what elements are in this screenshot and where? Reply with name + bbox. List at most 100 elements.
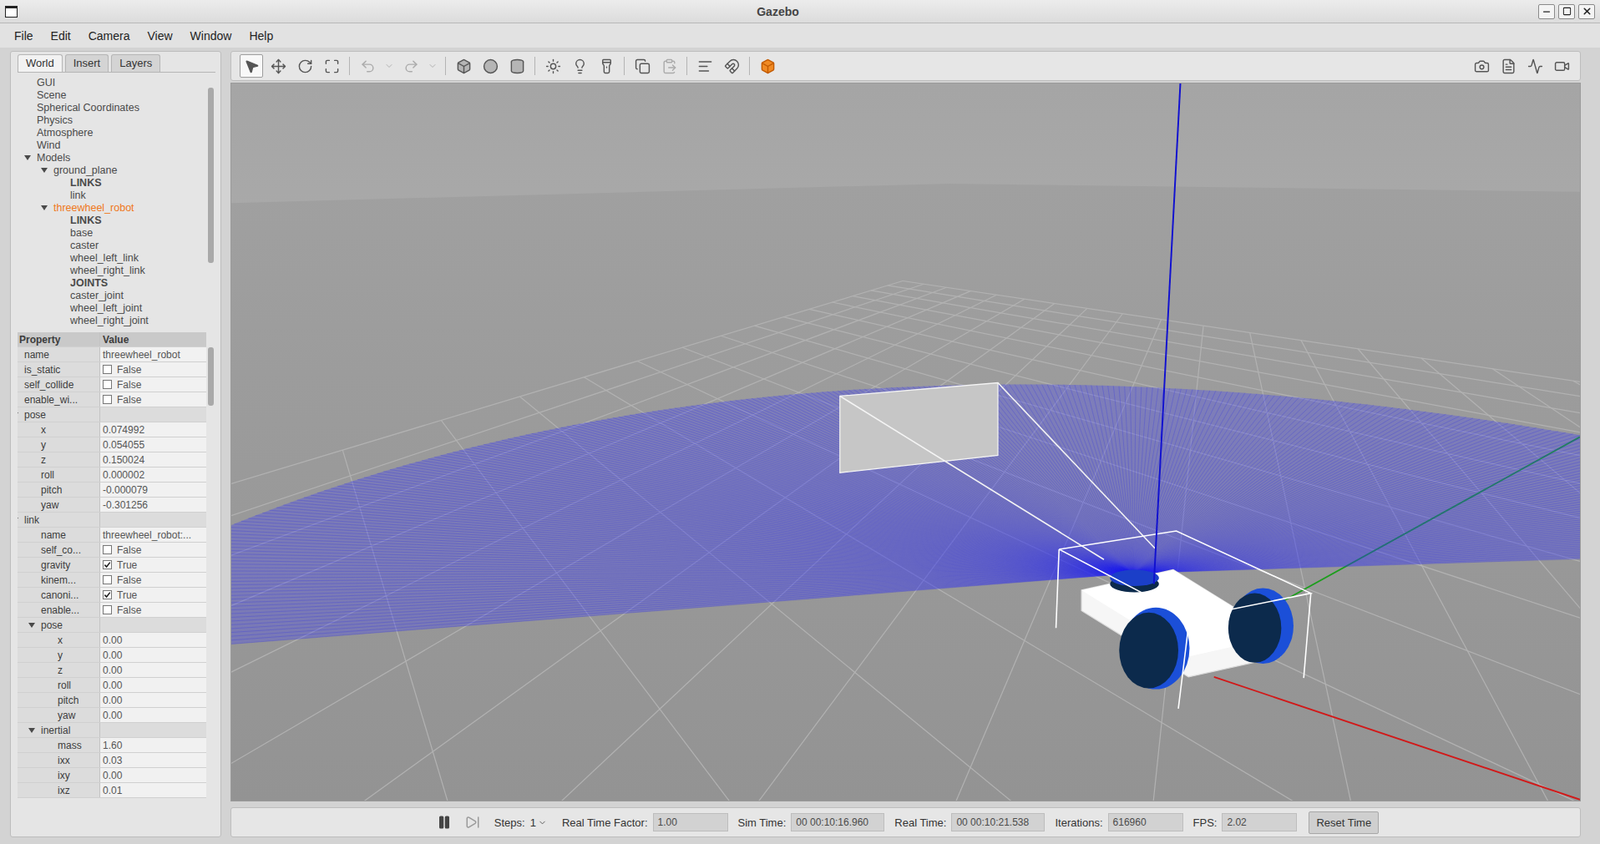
property-row[interactable]: y0.054055: [17, 437, 207, 453]
tool-button[interactable]: [1549, 54, 1574, 78]
expand-arrow-icon[interactable]: [24, 155, 31, 161]
tool-button[interactable]: [319, 54, 344, 78]
tree-item[interactable]: Physics: [17, 113, 207, 127]
tool-button[interactable]: [355, 54, 380, 78]
property-row[interactable]: self_collideFalse: [17, 377, 207, 393]
scroll-thumb[interactable]: [207, 87, 214, 264]
tree-item[interactable]: JOINTS: [17, 276, 207, 289]
property-row[interactable]: namethreewheel_robot: [17, 347, 207, 363]
property-value[interactable]: 0.00: [99, 693, 207, 708]
tool-button[interactable]: [1523, 54, 1547, 78]
property-value[interactable]: 0.00: [99, 678, 207, 693]
property-row[interactable]: ixz0.01: [17, 783, 207, 799]
tree-item[interactable]: Atmosphere: [17, 126, 207, 139]
tree-item[interactable]: threewheel_robot: [17, 201, 207, 214]
tool-button[interactable]: [505, 54, 529, 78]
property-value[interactable]: 0.000002: [99, 467, 207, 482]
tool-button[interactable]: [451, 54, 476, 78]
property-row[interactable]: pitch-0.000079: [17, 482, 207, 498]
tree-item[interactable]: wheel_left_link: [17, 251, 207, 264]
checkbox[interactable]: [102, 545, 112, 555]
expand-arrow-icon[interactable]: [28, 622, 36, 628]
property-row[interactable]: enable_wi...False: [17, 392, 207, 408]
property-value[interactable]: 0.01: [99, 783, 207, 798]
property-value[interactable]: False: [99, 362, 207, 377]
tree-item[interactable]: link: [17, 188, 207, 202]
tree-item[interactable]: Spherical Coordinates: [17, 101, 207, 114]
tree-item[interactable]: GUI: [17, 75, 207, 89]
property-value[interactable]: 1.60: [99, 738, 207, 753]
property-value[interactable]: threewheel_robot: [99, 347, 207, 362]
tree-item[interactable]: base: [17, 226, 207, 239]
tool-button[interactable]: [478, 54, 502, 78]
expand-arrow-icon[interactable]: [40, 205, 48, 211]
scene-view[interactable]: [231, 83, 1580, 801]
property-value[interactable]: False: [99, 572, 207, 588]
expand-arrow-icon[interactable]: [17, 412, 19, 418]
checkbox[interactable]: [102, 605, 112, 615]
tree-item[interactable]: LINKS: [17, 213, 207, 227]
property-value[interactable]: 0.054055: [99, 437, 207, 452]
steps-spinner[interactable]: 1: [530, 816, 547, 830]
menu-item[interactable]: Window: [181, 26, 241, 46]
menu-item[interactable]: View: [137, 26, 181, 46]
property-row[interactable]: link: [17, 512, 207, 528]
property-row[interactable]: z0.150024: [17, 452, 207, 468]
tree-item[interactable]: Wind: [17, 138, 207, 152]
property-row[interactable]: namethreewheel_robot:...: [17, 527, 207, 543]
property-row[interactable]: x0.00: [17, 632, 207, 649]
minimize-button[interactable]: [1538, 4, 1555, 20]
checkbox[interactable]: [102, 590, 112, 600]
property-row[interactable]: self_co...False: [17, 542, 207, 558]
tool-button[interactable]: [266, 54, 290, 78]
property-value[interactable]: False: [99, 377, 207, 392]
property-row[interactable]: enable...False: [17, 602, 207, 618]
chevron-down-icon[interactable]: [537, 818, 547, 828]
tool-button[interactable]: [541, 54, 565, 78]
step-button[interactable]: [460, 810, 485, 835]
tree-item[interactable]: caster: [17, 238, 207, 252]
property-value[interactable]: 0.00: [99, 648, 207, 663]
checkbox[interactable]: [102, 364, 112, 375]
menu-item[interactable]: Edit: [41, 26, 80, 46]
property-row[interactable]: pitch0.00: [17, 693, 207, 709]
tool-button[interactable]: [657, 54, 681, 78]
property-row[interactable]: yaw-0.301256: [17, 497, 207, 513]
checkbox[interactable]: [102, 394, 112, 405]
checkbox[interactable]: [102, 575, 112, 585]
property-value[interactable]: False: [99, 542, 207, 557]
tree-item[interactable]: LINKS: [17, 176, 207, 189]
property-row[interactable]: yaw0.00: [17, 708, 207, 724]
tool-button[interactable]: [425, 54, 440, 78]
property-row[interactable]: ixx0.03: [17, 753, 207, 769]
expand-arrow-icon[interactable]: [17, 517, 19, 523]
tool-button[interactable]: [567, 54, 592, 78]
tool-button[interactable]: [399, 54, 423, 78]
checkbox[interactable]: [102, 560, 112, 570]
panel-tab[interactable]: Insert: [65, 54, 110, 72]
scroll-thumb[interactable]: [207, 347, 214, 406]
menu-item[interactable]: File: [5, 26, 42, 46]
property-row[interactable]: ixy0.00: [17, 768, 207, 784]
tool-button[interactable]: [755, 54, 780, 78]
tree-item[interactable]: wheel_right_joint: [17, 313, 207, 327]
property-value[interactable]: 0.150024: [99, 452, 207, 467]
robot[interactable]: [1056, 531, 1312, 709]
tool-button[interactable]: [630, 54, 654, 78]
expand-arrow-icon[interactable]: [40, 167, 48, 173]
property-value[interactable]: -0.000079: [99, 482, 207, 497]
property-value[interactable]: 0.00: [99, 768, 207, 783]
tree-item[interactable]: Models: [17, 151, 207, 164]
play-pause-button[interactable]: [432, 810, 456, 835]
property-value[interactable]: 0.00: [99, 663, 207, 678]
tool-button[interactable]: [693, 54, 717, 78]
maximize-button[interactable]: [1558, 4, 1575, 20]
tree-item[interactable]: ground_plane: [17, 163, 207, 177]
property-value[interactable]: False: [99, 392, 207, 407]
property-row[interactable]: x0.074992: [17, 422, 207, 438]
property-row[interactable]: z0.00: [17, 663, 207, 679]
menu-item[interactable]: Help: [239, 26, 282, 46]
property-row[interactable]: canoni...True: [17, 587, 207, 603]
property-value[interactable]: -0.301256: [99, 497, 207, 512]
property-row[interactable]: is_staticFalse: [17, 362, 207, 378]
